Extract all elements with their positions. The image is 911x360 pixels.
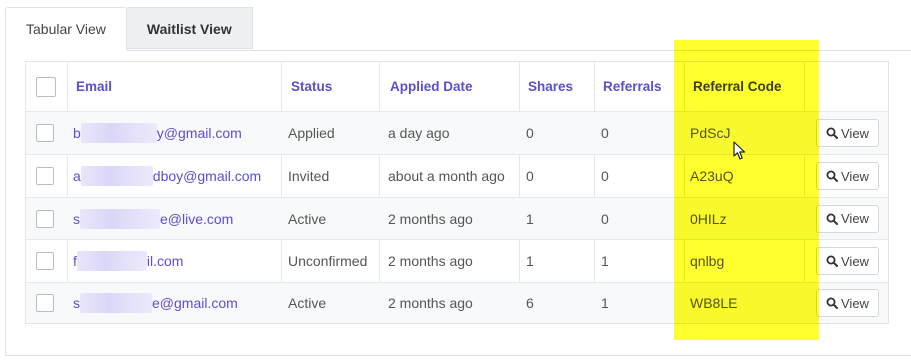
row-checkbox[interactable] bbox=[36, 252, 54, 270]
applied-date-cell: 2 months ago bbox=[388, 295, 473, 311]
redacted-email-blur bbox=[80, 166, 153, 186]
view-tabs: Tabular View Waitlist View bbox=[5, 7, 253, 51]
referrals-cell: 0 bbox=[601, 125, 609, 141]
shares-cell: 0 bbox=[526, 125, 534, 141]
referrals-cell: 1 bbox=[601, 295, 609, 311]
status-cell: Unconfirmed bbox=[288, 253, 368, 269]
referrals-cell: 0 bbox=[601, 210, 609, 227]
view-button[interactable]: View bbox=[816, 289, 879, 317]
table-header-row: Email Status Applied Date Shares Referra… bbox=[26, 62, 888, 112]
view-button[interactable]: View bbox=[816, 119, 879, 147]
status-cell: Active bbox=[288, 210, 327, 227]
search-icon bbox=[826, 170, 838, 182]
column-header-shares[interactable]: Shares bbox=[528, 62, 573, 111]
shares-cell: 1 bbox=[526, 210, 534, 227]
search-icon bbox=[826, 127, 838, 139]
referral-code-cell: PdScJ bbox=[690, 125, 731, 141]
column-header-email[interactable]: Email bbox=[76, 62, 112, 111]
referral-code-cell: WB8LE bbox=[690, 295, 738, 311]
redacted-email-blur bbox=[76, 251, 147, 271]
search-icon bbox=[826, 255, 838, 267]
referrals-cell: 0 bbox=[601, 168, 609, 184]
email-cell: s e@live.com bbox=[73, 198, 233, 239]
email-prefix: a bbox=[73, 168, 81, 184]
table-row: a dboy@gmail.com Invited about a month a… bbox=[26, 155, 888, 198]
row-checkbox[interactable] bbox=[36, 209, 54, 228]
email-cell: a dboy@gmail.com bbox=[73, 155, 261, 197]
applied-date-cell: a day ago bbox=[388, 125, 450, 141]
applied-date-cell: 2 months ago bbox=[388, 210, 473, 227]
search-icon bbox=[826, 297, 838, 309]
applicants-table: Email Status Applied Date Shares Referra… bbox=[25, 61, 889, 324]
email-suffix: e@live.com bbox=[160, 210, 234, 227]
column-header-referral-code[interactable]: Referral Code bbox=[693, 62, 782, 111]
table-row: f il.com Unconfirmed 2 months ago 1 1 qn… bbox=[26, 240, 888, 283]
referral-code-cell: qnlbg bbox=[690, 253, 725, 269]
email-prefix: s bbox=[73, 210, 80, 227]
view-button-label: View bbox=[841, 125, 869, 141]
referral-code-cell: A23uQ bbox=[690, 168, 734, 184]
status-cell: Invited bbox=[288, 168, 330, 184]
column-header-referrals[interactable]: Referrals bbox=[603, 62, 662, 111]
shares-cell: 6 bbox=[526, 295, 534, 311]
search-icon bbox=[826, 213, 838, 225]
email-suffix: il.com bbox=[146, 253, 184, 269]
tab-waitlist-view[interactable]: Waitlist View bbox=[126, 7, 253, 49]
email-cell: s e@gmail.com bbox=[73, 283, 238, 323]
redacted-email-blur bbox=[80, 123, 157, 143]
view-button-label: View bbox=[841, 253, 869, 269]
view-button[interactable]: View bbox=[816, 162, 879, 190]
table-row: s e@live.com Active 2 months ago 1 0 0HI… bbox=[26, 198, 888, 240]
referrals-cell: 1 bbox=[601, 253, 609, 269]
column-header-applied-date[interactable]: Applied Date bbox=[390, 62, 473, 111]
view-button-label: View bbox=[841, 295, 869, 311]
tab-tabular-view[interactable]: Tabular View bbox=[5, 7, 127, 51]
referral-code-cell: 0HILz bbox=[690, 210, 727, 227]
select-all-checkbox[interactable] bbox=[36, 76, 56, 97]
email-cell: f il.com bbox=[73, 240, 183, 282]
email-prefix: s bbox=[73, 295, 80, 311]
status-cell: Active bbox=[288, 295, 327, 311]
redacted-email-blur bbox=[80, 293, 152, 313]
email-prefix: b bbox=[73, 125, 81, 141]
row-checkbox[interactable] bbox=[36, 294, 54, 312]
row-checkbox[interactable] bbox=[36, 124, 54, 142]
row-checkbox[interactable] bbox=[36, 167, 54, 185]
applied-date-cell: about a month ago bbox=[388, 168, 505, 184]
email-suffix: e@gmail.com bbox=[152, 295, 238, 311]
email-suffix: y@gmail.com bbox=[156, 125, 242, 141]
email-suffix: dboy@gmail.com bbox=[152, 168, 262, 184]
applied-date-cell: 2 months ago bbox=[388, 253, 473, 269]
shares-cell: 1 bbox=[526, 253, 534, 269]
table-row: s e@gmail.com Active 2 months ago 6 1 WB… bbox=[26, 283, 888, 323]
status-cell: Applied bbox=[288, 125, 335, 141]
select-all-cell bbox=[36, 62, 60, 111]
shares-cell: 0 bbox=[526, 168, 534, 184]
table-row: b y@gmail.com Applied a day ago 0 0 PdSc… bbox=[26, 112, 888, 155]
view-button[interactable]: View bbox=[816, 247, 879, 275]
view-button[interactable]: View bbox=[816, 204, 879, 233]
redacted-email-blur bbox=[80, 208, 160, 229]
column-header-status[interactable]: Status bbox=[291, 62, 332, 111]
email-cell: b y@gmail.com bbox=[73, 112, 242, 154]
view-button-label: View bbox=[841, 211, 869, 226]
view-button-label: View bbox=[841, 168, 869, 184]
